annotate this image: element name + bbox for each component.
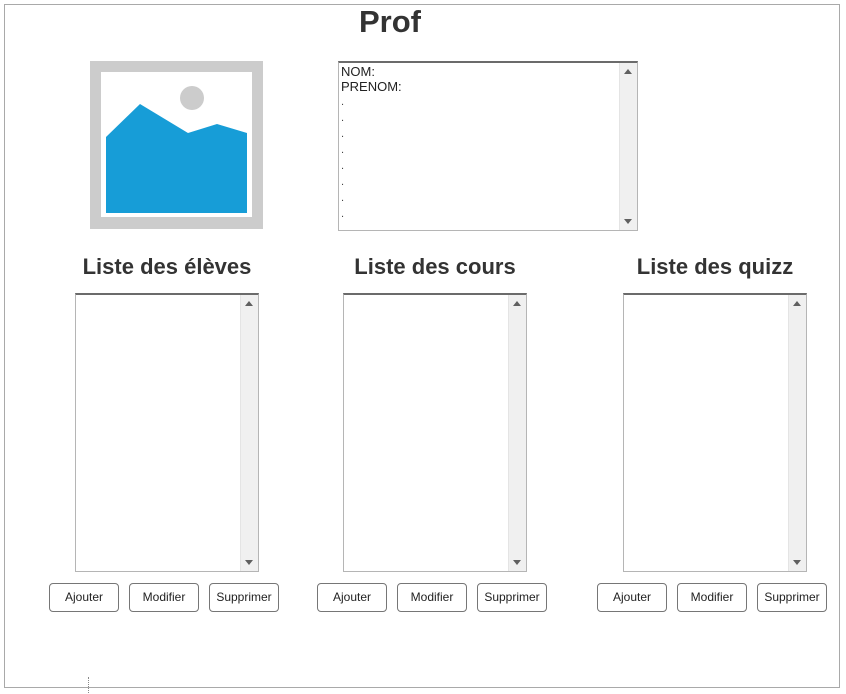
profile-scrollbar[interactable] (619, 63, 637, 230)
cours-ajouter-button[interactable]: Ajouter (317, 583, 387, 612)
eleves-ajouter-button[interactable]: Ajouter (49, 583, 119, 612)
dot-line: . (341, 208, 345, 220)
image-placeholder-icon (90, 61, 263, 229)
text-cursor-mark (88, 677, 90, 693)
nom-label: NOM: (341, 64, 375, 79)
quizz-title: Liste des quizz (636, 254, 794, 279)
eleves-supprimer-button[interactable]: Supprimer (209, 583, 279, 612)
scroll-up-arrow-icon[interactable] (245, 301, 253, 306)
scroll-down-arrow-icon[interactable] (624, 219, 632, 224)
dot-line: . (341, 128, 345, 140)
quizz-ajouter-button[interactable]: Ajouter (597, 583, 667, 612)
quizz-scrollbar[interactable] (788, 295, 806, 571)
scroll-down-arrow-icon[interactable] (513, 560, 521, 565)
quizz-supprimer-button[interactable]: Supprimer (757, 583, 827, 612)
eleves-title: Liste des élèves (82, 254, 252, 279)
cours-supprimer-button[interactable]: Supprimer (477, 583, 547, 612)
eleves-modifier-button[interactable]: Modifier (129, 583, 199, 612)
profile-info-textarea[interactable]: NOM: PRENOM: . . . . . . . . (338, 61, 638, 231)
dot-line: . (341, 192, 345, 204)
scroll-up-arrow-icon[interactable] (624, 69, 632, 74)
scroll-down-arrow-icon[interactable] (245, 560, 253, 565)
cours-modifier-button[interactable]: Modifier (397, 583, 467, 612)
prenom-label: PRENOM: (341, 79, 402, 94)
cours-scrollbar[interactable] (508, 295, 526, 571)
dot-line: . (341, 144, 345, 156)
dot-line: . (341, 96, 345, 108)
quizz-modifier-button[interactable]: Modifier (677, 583, 747, 612)
cours-title: Liste des cours (354, 254, 516, 279)
scroll-down-arrow-icon[interactable] (793, 560, 801, 565)
eleves-scrollbar[interactable] (240, 295, 258, 571)
profile-dots: . . . . . . . . (341, 94, 344, 222)
dot-line: . (341, 176, 345, 188)
eleves-list[interactable] (75, 293, 259, 572)
dot-line: . (341, 112, 345, 124)
scroll-up-arrow-icon[interactable] (513, 301, 521, 306)
page-title: Prof (359, 4, 421, 39)
quizz-list[interactable] (623, 293, 807, 572)
cours-list[interactable] (343, 293, 527, 572)
dot-line: . (341, 160, 345, 172)
scroll-up-arrow-icon[interactable] (793, 301, 801, 306)
